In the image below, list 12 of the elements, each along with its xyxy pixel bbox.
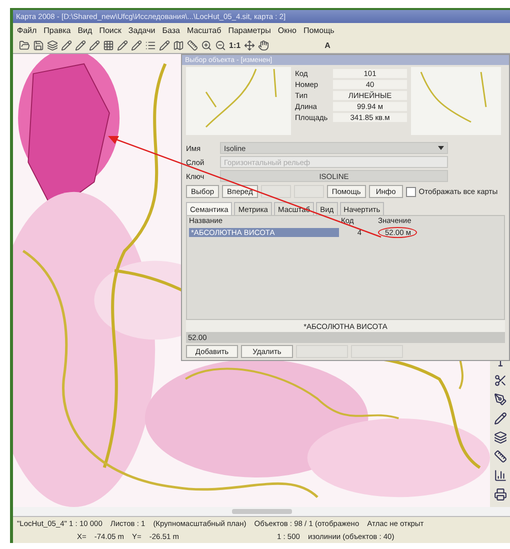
menu-item[interactable]: Поиск [99, 26, 122, 34]
menu-item[interactable]: База [162, 26, 180, 34]
text-tool[interactable]: A [324, 40, 330, 50]
menu-item[interactable]: Масштаб [186, 26, 222, 34]
menu-item[interactable]: Помощь [303, 26, 334, 34]
menu-item[interactable]: Задачи [128, 26, 156, 34]
menu-item[interactable]: Файл [17, 26, 37, 34]
menu-item[interactable]: Параметры [228, 26, 271, 34]
menu-item[interactable]: Вид [78, 26, 92, 34]
menu-item[interactable]: Окно [278, 26, 296, 34]
menu-item[interactable]: Правка [44, 26, 71, 34]
scale-button[interactable]: 1:1 [229, 40, 241, 50]
